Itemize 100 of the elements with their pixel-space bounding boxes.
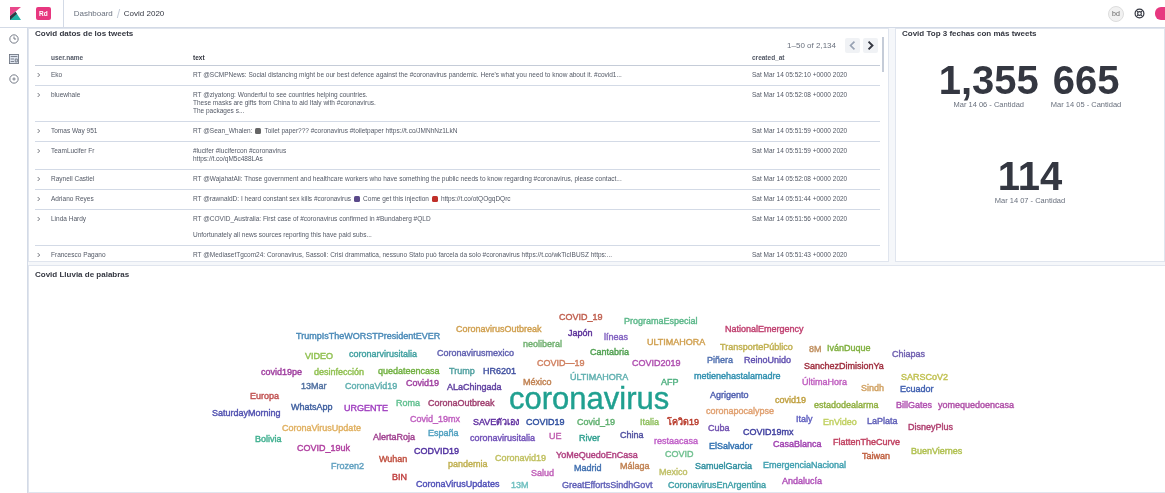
cloud-word: SamuelGarcia <box>695 461 753 471</box>
cloud-word: IvánDuque <box>827 343 871 353</box>
cloud-word: CasaBlanca <box>773 439 822 449</box>
cloud-word: Covid_19 <box>577 417 616 427</box>
expand-icon[interactable] <box>37 252 41 258</box>
metric-value: 1,355 <box>938 61 1039 99</box>
cloud-word: COVID19 <box>526 417 565 427</box>
cloud-word: SaturdayMorning <box>212 408 281 418</box>
cloud-word: Andalucía <box>782 476 823 486</box>
expand-icon[interactable] <box>37 148 41 154</box>
cloud-word: Cantabria <box>590 347 630 357</box>
logo-icon[interactable] <box>10 7 21 20</box>
breadcrumb[interactable]: Covid 2020 <box>123 9 165 18</box>
cloud-word: yomequedoencasa <box>938 400 1015 410</box>
cloud-word: LaPlata <box>867 416 898 426</box>
cloud-word: pandemia <box>448 459 488 469</box>
panel-title: Covid Top 3 fechas con más tweets <box>901 29 1038 39</box>
cloud-word: neoliberal <box>523 339 563 349</box>
discover-icon[interactable] <box>8 74 19 84</box>
cloud-word: España <box>428 428 459 438</box>
cloud-word: ReinoUnido <box>744 355 792 365</box>
cloud-word: WhatsApp <box>291 402 333 412</box>
metric-value: 665 <box>1052 61 1120 99</box>
expand-icon[interactable] <box>37 128 41 134</box>
cloud-word: Taiwan <box>862 451 890 461</box>
cloud-word: TransportePúblico <box>720 342 793 352</box>
cloud-word: GreatEffortsSindhGovt <box>562 480 653 490</box>
cloud-word: Sindh <box>861 383 885 393</box>
cloud-word: Coronavid19 <box>495 453 547 463</box>
cloud-word: CODVID19 <box>414 446 459 456</box>
cloud-word: Ecuador <box>900 384 934 394</box>
cloud-word: Bolivia <box>255 434 282 444</box>
cloud-word: Wuhan <box>379 454 408 464</box>
cloud-word: Japón <box>568 328 593 338</box>
cloud-word: ÚltimaHora <box>802 377 847 387</box>
breadcrumb[interactable]: Dashboard <box>73 9 113 18</box>
pagination-count: 1–50 of 2,134 <box>787 40 836 50</box>
expand-icon[interactable] <box>37 196 41 202</box>
cloud-word: Málaga <box>620 461 650 471</box>
help-icon[interactable] <box>1134 8 1145 19</box>
cloud-word: 13M <box>511 480 529 490</box>
cloud-word: restaacasa <box>654 436 699 446</box>
cloud-word: ElSalvador <box>709 441 753 451</box>
expand-icon[interactable] <box>37 92 41 98</box>
cloud-word: BIN <box>392 472 407 482</box>
cloud-word: COVID—19 <box>537 358 585 368</box>
cloud-word: COVID2019 <box>632 358 681 368</box>
cloud-word: FlattenTheCurve <box>833 437 901 447</box>
cloud-word: COVID_19 <box>559 312 603 322</box>
cloud-word: covid19 <box>775 395 807 405</box>
cloud-word: covid19pe <box>261 367 303 377</box>
cloud-word: Frozen2 <box>331 461 365 471</box>
cloud-word: SAVEตัวเอง <box>473 417 520 427</box>
cloud-word: Mexico <box>659 467 688 477</box>
cloud-word: desinfección <box>314 367 365 377</box>
cloud-word: ALaChingada <box>447 382 502 392</box>
cloud-word: River <box>579 433 600 443</box>
cloud-word: Roma <box>396 398 420 408</box>
cloud-word: YoMeQuedoEnCasa <box>556 450 638 460</box>
cloud-word: coronarvirusitalia <box>349 349 418 359</box>
cloud-word: Italy <box>796 414 813 424</box>
cloud-word: DisneyPlus <box>908 422 954 432</box>
expand-icon[interactable] <box>37 216 41 222</box>
cloud-word: AFP <box>661 377 679 387</box>
cloud-word: CoronaVirusUpdate <box>282 423 361 433</box>
expand-icon[interactable] <box>37 176 41 182</box>
cloud-word: SARSCoV2 <box>901 372 949 382</box>
cloud-word: EmergenciaNacional <box>763 460 847 470</box>
cloud-word: AlertaRoja <box>373 432 416 442</box>
cloud-word: líneas <box>604 332 629 342</box>
cloud-word: Covid_19mx <box>410 414 461 424</box>
cloud-word: TrumpIsTheWORSTPresidentEVER <box>296 331 441 341</box>
cloud-word: BillGates <box>896 400 932 410</box>
cloud-word: Italia <box>640 417 659 427</box>
cloud-word: HR6201 <box>483 366 517 376</box>
cloud-word: 13Mar <box>301 381 327 391</box>
cloud-word: Trump <box>449 366 475 376</box>
cloud-word: COVID <box>665 449 694 459</box>
panel-title: Covid datos de los tweets <box>34 29 135 39</box>
cloud-word: Madrid <box>574 463 602 473</box>
cloud-word: estadodealarma <box>814 400 879 410</box>
cloud-word: BuenViernes <box>911 446 963 456</box>
next-page-icon[interactable] <box>863 37 878 53</box>
cloud-word: 8M <box>809 344 822 354</box>
cloud-word: CoronavirusOutbreak <box>456 324 542 334</box>
cloud-word: URGENTE <box>344 403 388 413</box>
clock-icon[interactable] <box>8 34 19 44</box>
dashboard-icon[interactable] <box>8 54 19 64</box>
cloud-word: CoronaVid19 <box>345 381 398 391</box>
cloud-word: Coronavirusmexico <box>437 348 515 358</box>
cloud-word: Cuba <box>708 423 730 433</box>
cloud-word: Covid19 <box>406 378 440 388</box>
cloud-word: ProgramaEspecial <box>624 316 698 326</box>
cloud-word: Europa <box>250 391 280 401</box>
cloud-word: CoronavirusEnArgentina <box>668 480 767 490</box>
cloud-word: NationalEmergency <box>725 324 804 334</box>
cloud-word: CoronaOutbreak <box>428 398 495 408</box>
cloud-word: EnVideo <box>823 417 857 427</box>
cloud-word: COVID_19uk <box>297 443 351 453</box>
expand-icon[interactable] <box>37 72 41 78</box>
